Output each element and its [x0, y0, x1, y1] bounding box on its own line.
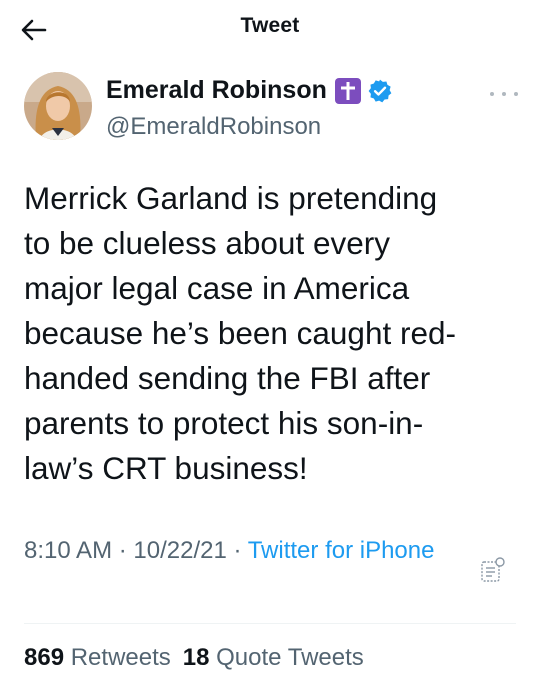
- tweet-date[interactable]: 10/22/21: [133, 537, 226, 564]
- more-options-button[interactable]: [490, 86, 518, 102]
- quotes-count: 18: [182, 644, 210, 671]
- more-dots-icon: [490, 92, 494, 96]
- retweets-label: Retweets: [70, 644, 171, 671]
- tweet-stats: 869 Retweets 18 Quote Tweets: [24, 644, 364, 672]
- author-name[interactable]: Emerald Robinson: [106, 76, 327, 105]
- page-title: Tweet: [240, 14, 300, 37]
- quotes-label: Quote Tweets: [216, 644, 364, 671]
- retweets-stat[interactable]: 869 Retweets: [24, 644, 171, 672]
- avatar[interactable]: [24, 72, 92, 140]
- separator: ·: [226, 537, 248, 564]
- tweet-metadata: 8:10 AM · 10/22/21 · Twitter for iPhone: [24, 533, 464, 568]
- cross-icon: [334, 77, 361, 104]
- top-bar: Tweet: [0, 0, 540, 60]
- analytics-icon[interactable]: [478, 555, 508, 585]
- tweet-author: Emerald Robinson @EmeraldRobinson: [24, 72, 524, 142]
- tweet-time[interactable]: 8:10 AM: [24, 537, 112, 564]
- tweet-text: Merrick Garland is pretending to be clue…: [24, 180, 456, 486]
- quote-tweets-stat[interactable]: 18 Quote Tweets: [183, 644, 364, 672]
- tweet-source-link[interactable]: Twitter for iPhone: [248, 537, 435, 564]
- author-handle[interactable]: @EmeraldRobinson: [106, 113, 321, 141]
- retweets-count: 869: [24, 644, 65, 671]
- separator: ·: [112, 537, 134, 564]
- verified-badge-icon: [368, 79, 392, 102]
- divider: [24, 623, 516, 624]
